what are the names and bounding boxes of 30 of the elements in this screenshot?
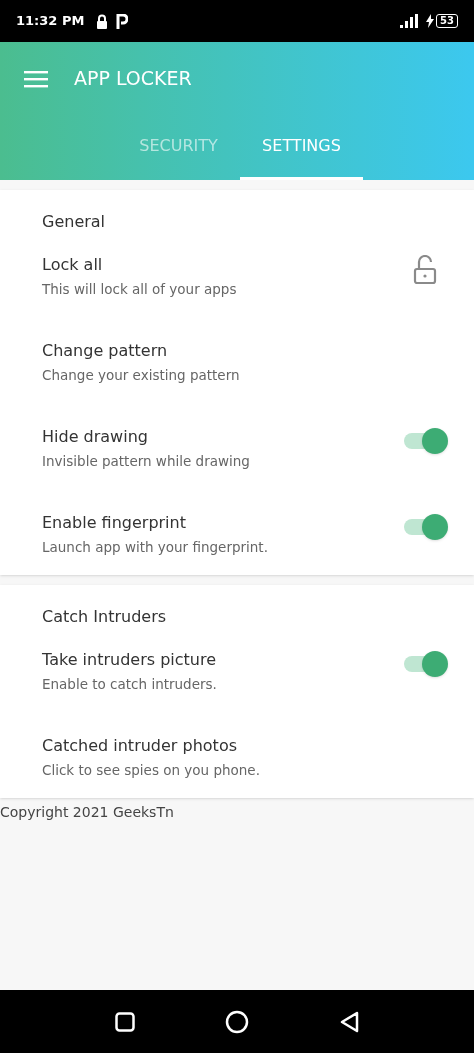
back-icon[interactable] — [339, 1010, 359, 1033]
setting-title[interactable]: Change pattern — [42, 339, 432, 363]
setting-subtitle: Click to see spies on you phone. — [42, 761, 261, 780]
signal-icon — [400, 14, 419, 28]
copyright-text: Copyright 2021 GeeksTn — [0, 803, 175, 822]
padlock-icon — [96, 13, 109, 29]
battery-indicator: 53 — [436, 14, 458, 28]
toggle-switch[interactable] — [404, 513, 448, 541]
setting-subtitle: Invisible pattern while drawing — [42, 452, 251, 471]
square-icon[interactable] — [115, 1011, 135, 1032]
toggle-switch[interactable] — [404, 650, 448, 678]
toggle-switch[interactable] — [404, 427, 448, 455]
app-title: APP LOCKER — [74, 66, 192, 92]
setting-title[interactable]: Catched intruder photos — [42, 734, 432, 758]
setting-subtitle: Change your existing pattern — [42, 366, 241, 385]
setting-subtitle: Launch app with your fingerprint. — [42, 538, 269, 557]
status-time: 11:32 PM — [16, 12, 85, 31]
section-header: Catch Intruders — [41, 606, 168, 628]
setting-subtitle: This will lock all of your apps — [42, 280, 238, 299]
setting-title[interactable]: Take intruders picture — [42, 648, 404, 672]
setting-title[interactable]: Hide drawing — [42, 425, 404, 449]
menu-icon[interactable] — [24, 69, 48, 88]
parking-icon — [116, 13, 129, 29]
circle-icon[interactable] — [225, 1009, 249, 1034]
charging-icon — [426, 14, 435, 28]
setting-title[interactable]: Lock all — [42, 253, 413, 277]
setting-subtitle: Enable to catch intruders. — [42, 675, 218, 694]
open-padlock-icon[interactable] — [413, 255, 437, 285]
section-header: General — [41, 211, 107, 233]
setting-title[interactable]: Enable fingerprint — [42, 511, 404, 535]
